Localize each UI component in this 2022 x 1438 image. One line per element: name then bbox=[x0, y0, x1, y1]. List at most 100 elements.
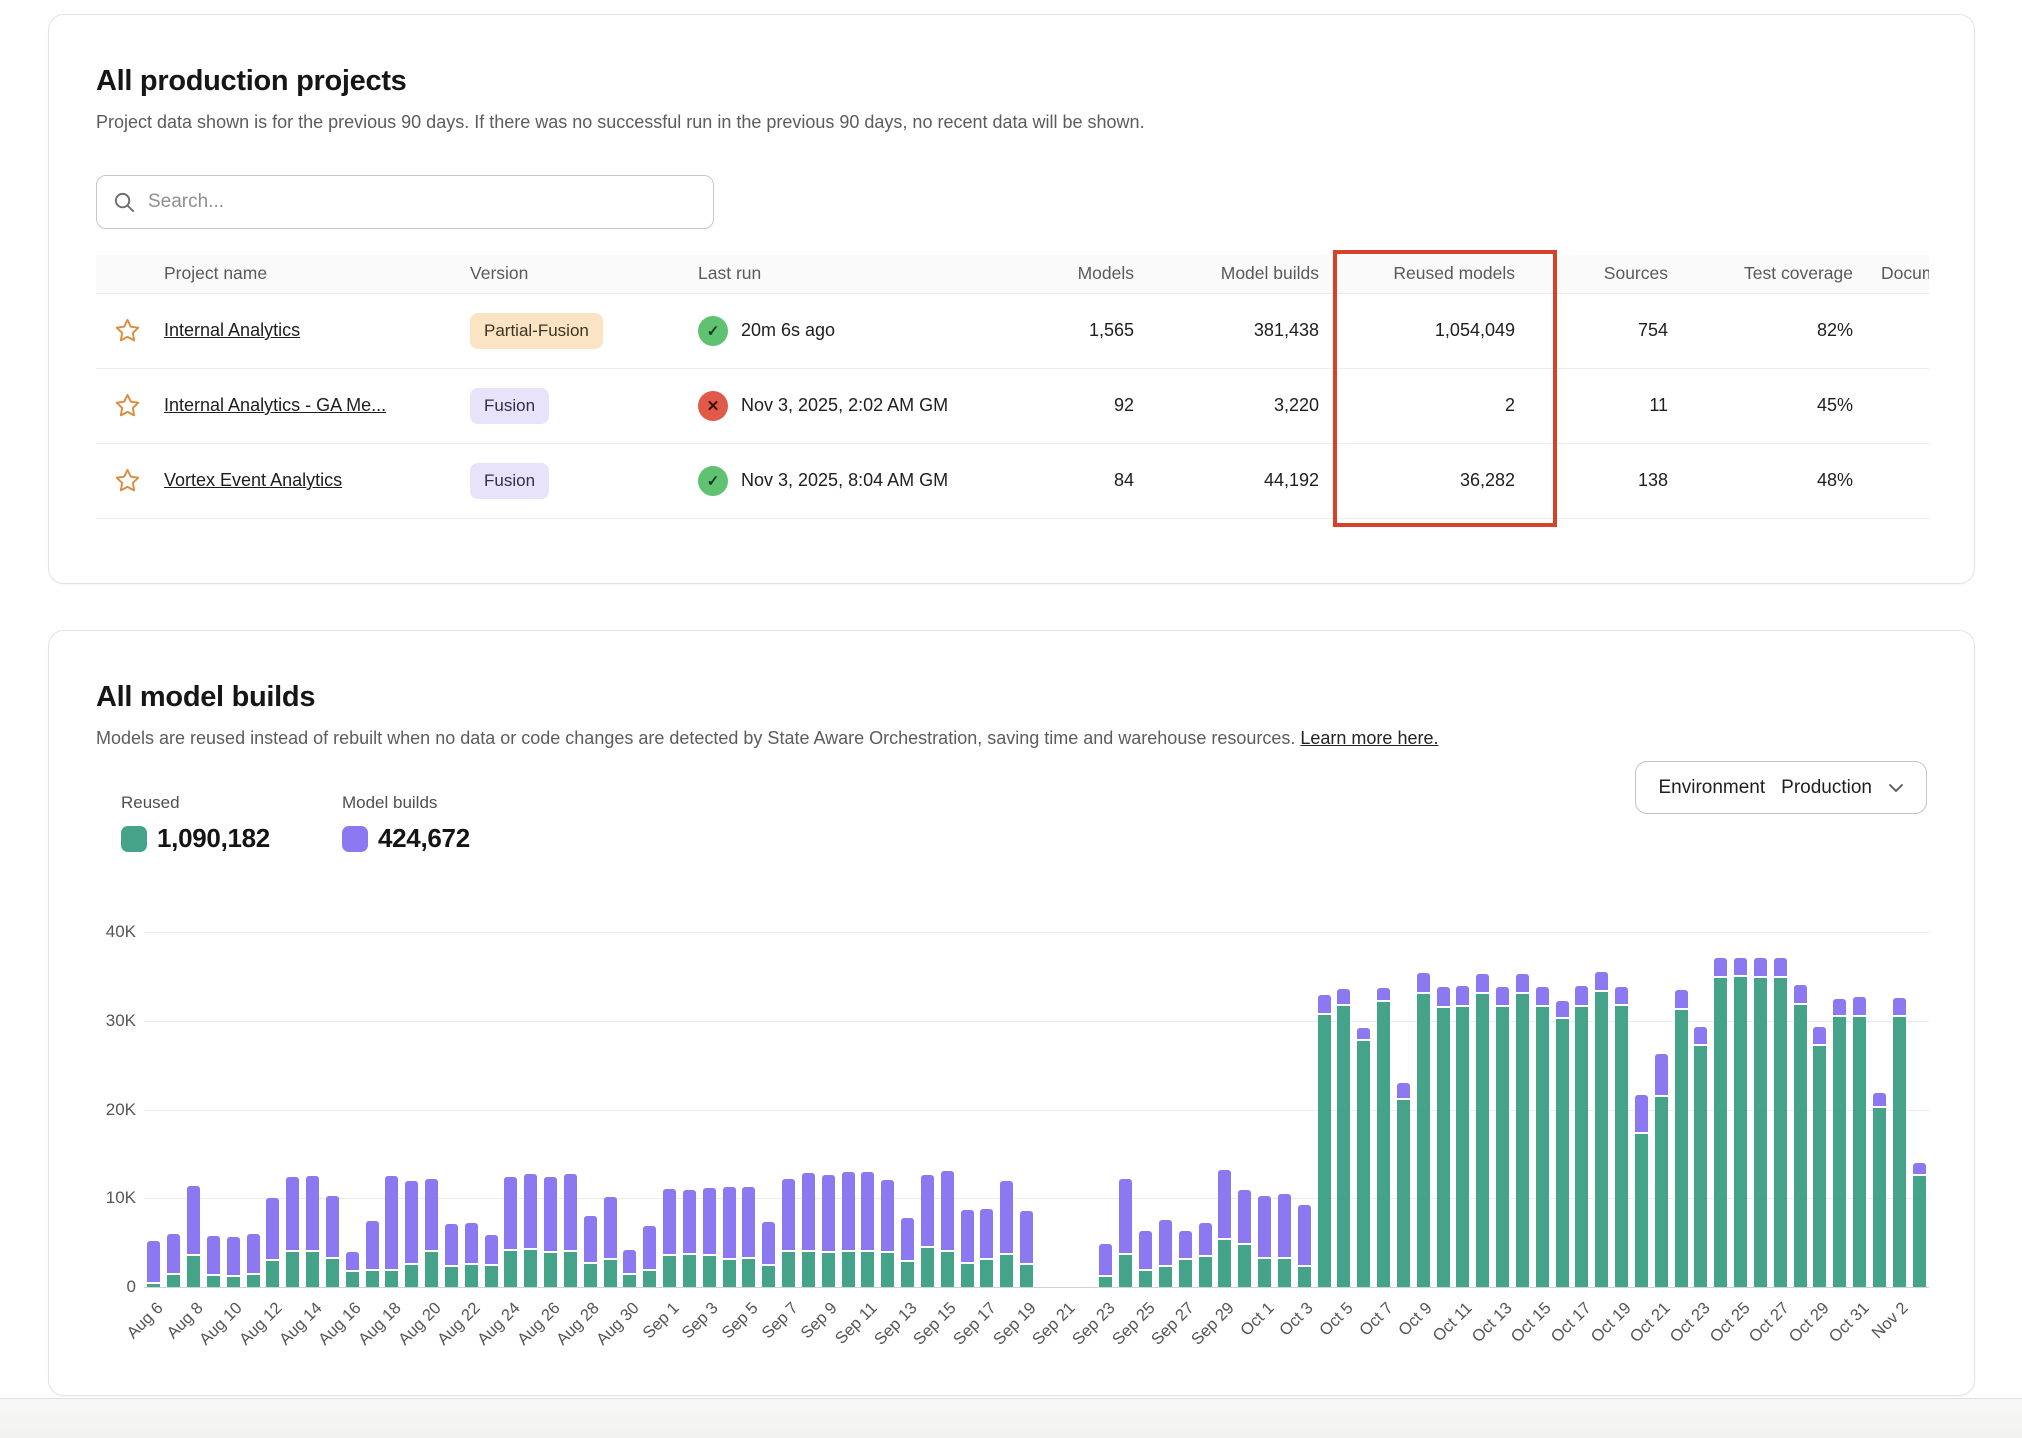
chart-bar-sep-15[interactable] bbox=[941, 1171, 954, 1287]
column-header-documentation[interactable]: Docum bbox=[1863, 255, 1929, 293]
chart-bar-aug-12[interactable] bbox=[266, 1198, 279, 1287]
search-input[interactable] bbox=[148, 191, 697, 213]
project-name-link[interactable]: Internal Analytics bbox=[164, 320, 300, 340]
chart-bar-sep-24[interactable] bbox=[1119, 1179, 1132, 1287]
chart-bar-aug-6[interactable] bbox=[147, 1241, 160, 1287]
favorite-star-button[interactable] bbox=[100, 463, 141, 497]
chart-bar-sep-12[interactable] bbox=[881, 1180, 894, 1287]
chart-bar-sep-19[interactable] bbox=[1020, 1211, 1033, 1287]
chart-bar-oct-19[interactable] bbox=[1615, 987, 1628, 1287]
chart-bar-oct-25[interactable] bbox=[1734, 958, 1747, 1287]
chart-bar-aug-28[interactable] bbox=[584, 1216, 597, 1287]
chart-bar-sep-29[interactable] bbox=[1218, 1170, 1231, 1287]
chart-bar-oct-8[interactable] bbox=[1397, 1083, 1410, 1287]
chart-bar-oct-22[interactable] bbox=[1675, 990, 1688, 1287]
chart-bar-aug-23[interactable] bbox=[485, 1235, 498, 1287]
chart-bar-aug-24[interactable] bbox=[504, 1177, 517, 1287]
chart-bar-oct-2[interactable] bbox=[1278, 1194, 1291, 1287]
chart-bar-nov-2[interactable] bbox=[1893, 998, 1906, 1287]
chart-bar-sep-7[interactable] bbox=[782, 1179, 795, 1288]
chart-bar-oct-21[interactable] bbox=[1655, 1054, 1668, 1287]
chart-bar-oct-28[interactable] bbox=[1794, 985, 1807, 1287]
chart-bar-oct-10[interactable] bbox=[1437, 987, 1450, 1287]
chart-bar-oct-12[interactable] bbox=[1476, 974, 1489, 1288]
chart-bar-aug-31[interactable] bbox=[643, 1226, 656, 1287]
chart-bar-oct-23[interactable] bbox=[1694, 1027, 1707, 1287]
chart-bar-oct-9[interactable] bbox=[1417, 973, 1430, 1287]
chart-bar-sep-18[interactable] bbox=[1000, 1181, 1013, 1287]
column-header-last-run[interactable]: Last run bbox=[694, 255, 1024, 293]
chart-bar-aug-14[interactable] bbox=[306, 1176, 319, 1287]
chart-bar-oct-1[interactable] bbox=[1258, 1196, 1271, 1287]
chart-bar-aug-21[interactable] bbox=[445, 1224, 458, 1287]
chart-bar-oct-4[interactable] bbox=[1318, 995, 1331, 1287]
chart-bar-sep-9[interactable] bbox=[822, 1175, 835, 1287]
project-name-link[interactable]: Internal Analytics - GA Me... bbox=[164, 395, 386, 415]
chart-bar-oct-24[interactable] bbox=[1714, 958, 1727, 1287]
favorite-star-button[interactable] bbox=[100, 313, 141, 347]
chart-bar-sep-1[interactable] bbox=[663, 1189, 676, 1287]
chart-bar-oct-3[interactable] bbox=[1298, 1205, 1311, 1287]
chart-bar-aug-9[interactable] bbox=[207, 1236, 220, 1287]
chart-bar-aug-27[interactable] bbox=[564, 1174, 577, 1287]
chart-bar-sep-27[interactable] bbox=[1179, 1231, 1192, 1287]
chart-bar-sep-13[interactable] bbox=[901, 1218, 914, 1287]
column-header-version[interactable]: Version bbox=[466, 255, 694, 293]
chart-bar-sep-30[interactable] bbox=[1238, 1190, 1251, 1287]
chart-bar-sep-4[interactable] bbox=[723, 1187, 736, 1287]
chart-bar-oct-20[interactable] bbox=[1635, 1095, 1648, 1287]
chart-bar-aug-30[interactable] bbox=[623, 1250, 636, 1287]
chart-bar-aug-19[interactable] bbox=[405, 1181, 418, 1287]
chart-bar-aug-20[interactable] bbox=[425, 1179, 438, 1287]
chart-bar-sep-14[interactable] bbox=[921, 1175, 934, 1287]
chart-bar-aug-16[interactable] bbox=[346, 1252, 359, 1287]
chart-bar-oct-30[interactable] bbox=[1833, 999, 1846, 1287]
project-name-link[interactable]: Vortex Event Analytics bbox=[164, 470, 342, 490]
chart-bar-oct-5[interactable] bbox=[1337, 989, 1350, 1287]
chart-bar-sep-6[interactable] bbox=[762, 1222, 775, 1287]
chart-bar-oct-29[interactable] bbox=[1813, 1027, 1826, 1287]
chart-bar-sep-5[interactable] bbox=[742, 1187, 755, 1288]
chart-bar-nov-3[interactable] bbox=[1913, 1163, 1926, 1287]
column-header-models[interactable]: Models bbox=[1024, 255, 1144, 293]
chart-bar-sep-28[interactable] bbox=[1199, 1223, 1212, 1287]
chart-bar-aug-15[interactable] bbox=[326, 1196, 339, 1287]
chart-bar-sep-8[interactable] bbox=[802, 1173, 815, 1287]
chart-bar-sep-3[interactable] bbox=[703, 1188, 716, 1287]
chart-bar-sep-16[interactable] bbox=[961, 1210, 974, 1287]
chart-bar-aug-25[interactable] bbox=[524, 1174, 537, 1287]
chart-bar-sep-17[interactable] bbox=[980, 1209, 993, 1287]
chart-bar-oct-7[interactable] bbox=[1377, 988, 1390, 1287]
chart-bar-aug-29[interactable] bbox=[604, 1197, 617, 1287]
chart-bar-aug-11[interactable] bbox=[247, 1234, 260, 1287]
chart-bar-oct-15[interactable] bbox=[1536, 987, 1549, 1287]
chart-bar-nov-1[interactable] bbox=[1873, 1093, 1886, 1287]
learn-more-link[interactable]: Learn more here. bbox=[1300, 728, 1438, 748]
chart-bar-oct-14[interactable] bbox=[1516, 974, 1529, 1288]
chart-bar-oct-11[interactable] bbox=[1456, 986, 1469, 1287]
chart-bar-aug-13[interactable] bbox=[286, 1177, 299, 1287]
chart-bar-oct-13[interactable] bbox=[1496, 987, 1509, 1287]
favorite-star-button[interactable] bbox=[100, 388, 141, 422]
chart-bar-aug-17[interactable] bbox=[366, 1221, 379, 1287]
chart-bar-aug-8[interactable] bbox=[187, 1186, 200, 1287]
chart-bar-aug-22[interactable] bbox=[465, 1223, 478, 1287]
column-header-model-builds[interactable]: Model builds bbox=[1144, 255, 1329, 293]
chart-bar-sep-23[interactable] bbox=[1099, 1244, 1112, 1287]
chart-bar-aug-7[interactable] bbox=[167, 1234, 180, 1287]
chart-bar-oct-17[interactable] bbox=[1575, 986, 1588, 1287]
chart-bar-aug-10[interactable] bbox=[227, 1237, 240, 1287]
chart-bar-oct-26[interactable] bbox=[1754, 958, 1767, 1287]
column-header-project-name[interactable]: Project name bbox=[160, 255, 466, 293]
chart-bar-oct-31[interactable] bbox=[1853, 997, 1866, 1287]
column-header-test-coverage[interactable]: Test coverage bbox=[1678, 255, 1863, 293]
chart-bar-aug-26[interactable] bbox=[544, 1177, 557, 1287]
chart-bar-oct-6[interactable] bbox=[1357, 1028, 1370, 1287]
chart-bar-aug-18[interactable] bbox=[385, 1176, 398, 1287]
chart-bar-sep-11[interactable] bbox=[861, 1172, 874, 1287]
chart-bar-sep-10[interactable] bbox=[842, 1172, 855, 1287]
environment-dropdown[interactable]: Environment Production bbox=[1635, 761, 1927, 814]
chart-bar-sep-2[interactable] bbox=[683, 1190, 696, 1287]
chart-bar-sep-26[interactable] bbox=[1159, 1220, 1172, 1287]
chart-bar-oct-18[interactable] bbox=[1595, 972, 1608, 1287]
